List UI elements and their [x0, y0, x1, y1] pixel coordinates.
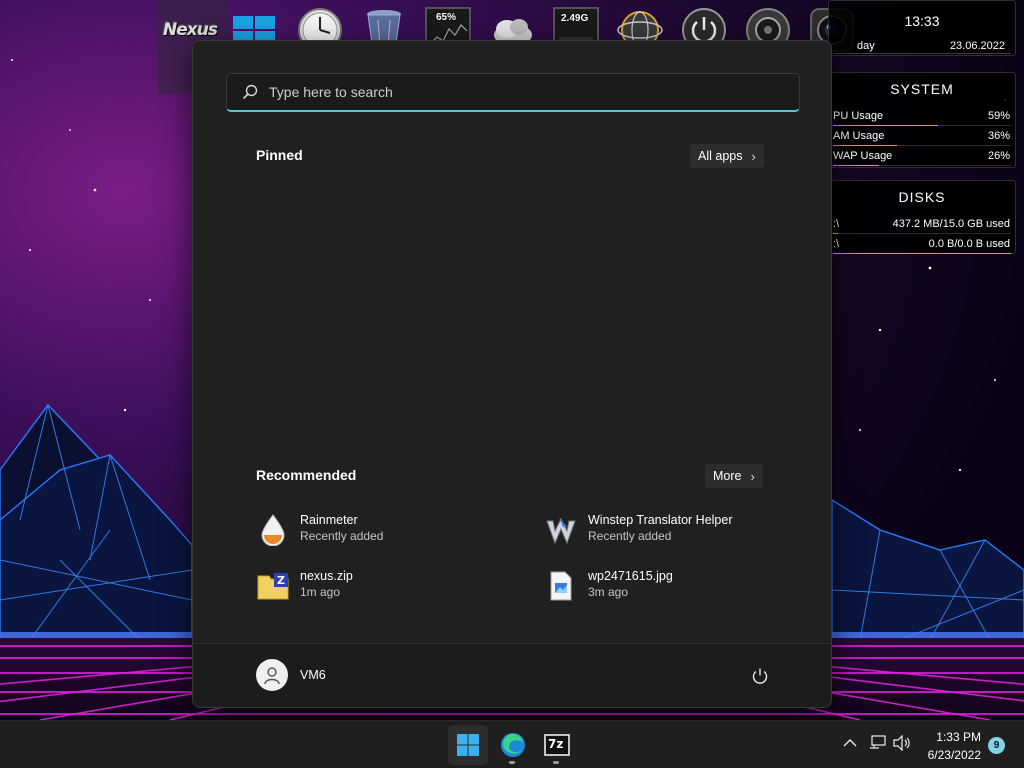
recommended-item-name: wp2471615.jpg	[588, 569, 673, 583]
disk-label: :\	[833, 238, 840, 250]
notification-badge[interactable]: 9	[988, 737, 1005, 754]
chevron-right-icon: ›	[751, 148, 756, 164]
running-indicator	[553, 761, 559, 764]
recommended-item-time: 1m ago	[300, 585, 341, 599]
rainmeter-icon	[256, 513, 290, 547]
search-input[interactable]: Type here to search	[269, 84, 393, 100]
disk-fill	[833, 253, 1011, 254]
disk-value: 0.0 B/0.0 B used	[928, 238, 1010, 250]
system-title: SYSTEM	[890, 81, 954, 97]
recommended-item-name: Rainmeter	[300, 513, 358, 527]
recommended-item-time: Recently added	[588, 529, 672, 543]
all-apps-button[interactable]: All apps ›	[690, 144, 764, 168]
rainmeter-clock-time: 13:33	[904, 13, 940, 29]
all-apps-label: All apps	[698, 149, 743, 163]
edge-icon	[501, 733, 525, 757]
swap-usage-value: 26%	[987, 150, 1010, 162]
recommended-item-winstep[interactable]: Winstep Translator Helper Recently added	[544, 511, 794, 551]
image-file-icon	[544, 569, 578, 603]
taskbar-clock-time[interactable]: 1:33 PM	[936, 730, 981, 744]
cpu-usage-value: 59%	[987, 110, 1010, 122]
disk-value: 437.2 MB/15.0 GB used	[892, 218, 1010, 230]
ram-usage-row: AM Usage 36%	[829, 127, 1015, 147]
clock-divider	[833, 53, 1011, 54]
disk-fill	[833, 233, 839, 234]
disk-bar	[833, 253, 1011, 254]
recommended-item-rainmeter[interactable]: Rainmeter Recently added	[256, 511, 506, 551]
disk-row: :\ 437.2 MB/15.0 GB used	[829, 215, 1015, 235]
winstep-icon	[544, 513, 578, 547]
swap-usage-label: WAP Usage	[833, 150, 893, 162]
cpu-usage-row: PU Usage 59%	[829, 107, 1015, 127]
user-icon	[264, 667, 280, 685]
ram-usage-value: 36%	[987, 130, 1010, 142]
ram-usage-fill	[833, 145, 898, 146]
recommended-title: Recommended	[256, 467, 357, 483]
edge-button[interactable]	[493, 725, 533, 765]
start-menu-footer: VM6	[193, 643, 831, 707]
taskbar-clock-date[interactable]: 6/23/2022	[928, 748, 981, 762]
running-indicator	[509, 761, 515, 764]
nexus-logo-text: Nexus	[163, 20, 218, 40]
recommended-item-time: 3m ago	[588, 585, 629, 599]
ram-usage-bar	[833, 145, 1011, 146]
more-label: More	[713, 469, 742, 483]
power-icon	[752, 668, 768, 684]
pinned-title: Pinned	[256, 147, 303, 163]
rainmeter-clock-day: day	[857, 40, 875, 52]
search-box[interactable]: Type here to search	[226, 73, 800, 112]
disk-bar	[833, 233, 1011, 234]
rainmeter-disks-widget: DISKS :\ 437.2 MB/15.0 GB used :\ 0.0 B/…	[828, 180, 1016, 254]
rainmeter-clock-date: 23.06.2022	[949, 40, 1005, 52]
ram-usage-label: AM Usage	[833, 130, 885, 142]
recommended-item-time: Recently added	[300, 529, 384, 543]
rainmeter-system-widget: SYSTEM PU Usage 59% AM Usage 36% WAP Usa…	[828, 72, 1016, 168]
chevron-up-icon[interactable]	[840, 733, 860, 753]
zip-file-icon: Z	[256, 569, 290, 603]
cpu-meter-label: 65%	[436, 12, 457, 23]
recommended-item-jpg[interactable]: wp2471615.jpg 3m ago	[544, 567, 794, 607]
user-name[interactable]: VM6	[300, 668, 326, 682]
taskbar: 7z 1:33 PM 6/23/2022 9	[0, 720, 1024, 768]
windows-start-icon	[457, 734, 479, 756]
recommended-item-name: nexus.zip	[300, 569, 353, 583]
cpu-usage-label: PU Usage	[833, 110, 884, 122]
rainmeter-clock-widget: 13:33 day 23.06.2022	[828, 0, 1016, 56]
7zip-label: 7z	[548, 737, 564, 751]
volume-icon[interactable]	[892, 733, 912, 753]
7zip-button[interactable]: 7z	[537, 725, 577, 765]
cpu-usage-bar	[833, 125, 1011, 126]
memory-meter-label: 2.49G	[561, 13, 589, 24]
search-icon	[242, 84, 258, 100]
cpu-usage-fill	[833, 125, 939, 126]
svg-text:Z: Z	[277, 574, 285, 587]
swap-usage-row: WAP Usage 26%	[829, 147, 1015, 167]
power-button[interactable]	[749, 665, 771, 687]
user-avatar[interactable]	[256, 659, 288, 691]
recommended-item-name: Winstep Translator Helper	[588, 513, 733, 527]
start-button[interactable]	[448, 725, 488, 765]
more-button[interactable]: More ›	[705, 464, 763, 488]
chevron-right-icon: ›	[750, 468, 755, 484]
disk-label: :\	[833, 218, 840, 230]
swap-usage-fill	[833, 165, 880, 166]
swap-usage-bar	[833, 165, 1011, 166]
recommended-item-nexus-zip[interactable]: Z nexus.zip 1m ago	[256, 567, 506, 607]
start-menu: Type here to search Pinned All apps › Re…	[192, 40, 832, 708]
disk-row: :\ 0.0 B/0.0 B used	[829, 235, 1015, 255]
disks-title: DISKS	[898, 189, 946, 205]
network-icon[interactable]	[868, 733, 888, 753]
